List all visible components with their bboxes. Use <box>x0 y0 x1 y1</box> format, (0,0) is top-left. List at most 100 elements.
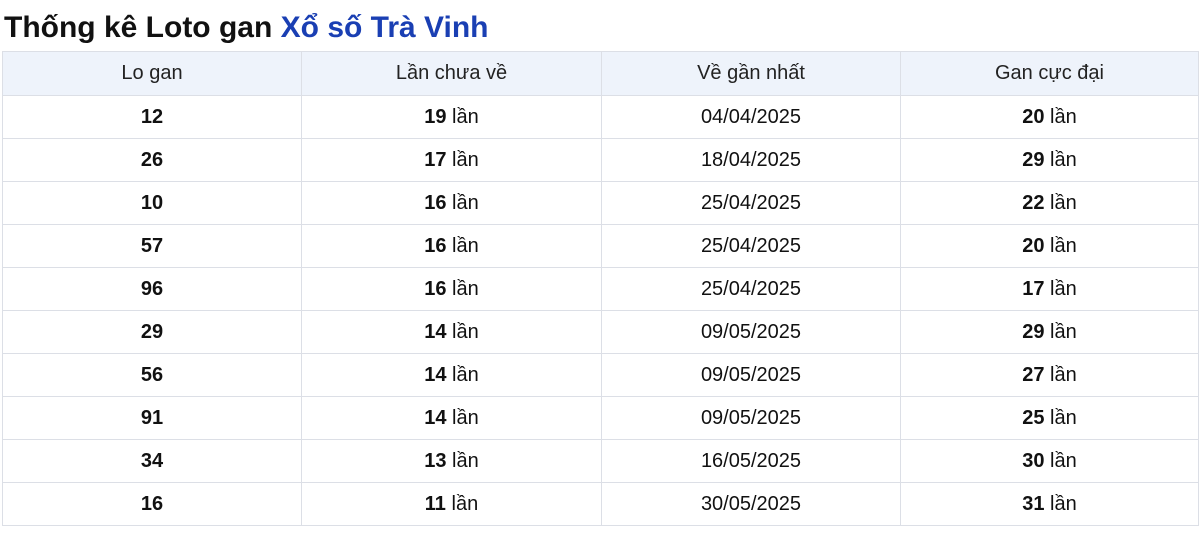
last-appeared-date: 25/04/2025 <box>601 224 901 268</box>
unit-label: lần <box>1050 492 1077 515</box>
page-title-prefix: Thống kê Loto gan <box>4 11 273 44</box>
max-gap-count: 31 <box>1022 492 1045 515</box>
unit-label: lần <box>452 363 479 386</box>
loto-gan-table: Lo gan Lần chưa về Về gần nhất Gan cực đ… <box>2 51 1199 526</box>
column-header-lo-gan: Lo gan <box>2 51 302 96</box>
missed-count: 19 <box>424 105 447 128</box>
page-title-lottery-name[interactable]: Xổ số Trà Vinh <box>281 11 489 44</box>
missed-count: 13 <box>424 449 447 472</box>
page: Thống kê Loto gan Xổ số Trà Vinh Lo gan … <box>0 0 1200 541</box>
missed-count: 16 <box>424 277 447 300</box>
lo-number: 56 <box>2 353 302 397</box>
lo-number: 96 <box>2 267 302 311</box>
table-row: 16 11 lần 30/05/2025 31 lần <box>2 482 1199 526</box>
max-gap-cell: 17 lần <box>900 267 1199 311</box>
unit-label: lần <box>1050 191 1077 214</box>
table-row: 96 16 lần 25/04/2025 17 lần <box>2 267 1199 311</box>
table-row: 12 19 lần 04/04/2025 20 lần <box>2 95 1199 139</box>
unit-label: lần <box>452 406 479 429</box>
lo-number: 16 <box>2 482 302 526</box>
unit-label: lần <box>452 105 479 128</box>
max-gap-count: 29 <box>1022 320 1045 343</box>
unit-label: lần <box>1050 363 1077 386</box>
lo-number: 26 <box>2 138 302 182</box>
unit-label: lần <box>451 492 479 515</box>
table-row: 56 14 lần 09/05/2025 27 lần <box>2 353 1199 397</box>
max-gap-cell: 29 lần <box>900 138 1199 182</box>
last-appeared-date: 25/04/2025 <box>601 181 901 225</box>
table-row: 10 16 lần 25/04/2025 22 lần <box>2 181 1199 225</box>
column-header-gan-cuc-dai: Gan cực đại <box>900 51 1199 96</box>
missed-count-cell: 13 lần <box>301 439 602 483</box>
table-header-row: Lo gan Lần chưa về Về gần nhất Gan cực đ… <box>2 51 1199 96</box>
max-gap-count: 29 <box>1022 148 1045 171</box>
max-gap-count: 22 <box>1022 191 1045 214</box>
max-gap-cell: 31 lần <box>900 482 1199 526</box>
max-gap-count: 30 <box>1022 449 1045 472</box>
max-gap-cell: 20 lần <box>900 95 1199 139</box>
max-gap-count: 20 <box>1022 234 1045 257</box>
last-appeared-date: 30/05/2025 <box>601 482 901 526</box>
unit-label: lần <box>1050 105 1077 128</box>
table-row: 26 17 lần 18/04/2025 29 lần <box>2 138 1199 182</box>
unit-label: lần <box>452 449 479 472</box>
max-gap-cell: 25 lần <box>900 396 1199 440</box>
max-gap-count: 20 <box>1022 105 1045 128</box>
unit-label: lần <box>452 234 479 257</box>
max-gap-count: 25 <box>1022 406 1045 429</box>
lo-number: 10 <box>2 181 302 225</box>
last-appeared-date: 18/04/2025 <box>601 138 901 182</box>
table-body: 12 19 lần 04/04/2025 20 lần 26 17 lần 18… <box>2 95 1199 526</box>
lo-number: 29 <box>2 310 302 354</box>
table-row: 34 13 lần 16/05/2025 30 lần <box>2 439 1199 483</box>
max-gap-cell: 27 lần <box>900 353 1199 397</box>
lo-number: 34 <box>2 439 302 483</box>
unit-label: lần <box>452 277 479 300</box>
table-row: 57 16 lần 25/04/2025 20 lần <box>2 224 1199 268</box>
missed-count: 16 <box>424 191 447 214</box>
missed-count: 17 <box>424 148 447 171</box>
missed-count: 14 <box>424 406 447 429</box>
lo-number: 91 <box>2 396 302 440</box>
table-row: 29 14 lần 09/05/2025 29 lần <box>2 310 1199 354</box>
column-header-ve-gan-nhat: Về gần nhất <box>601 51 901 96</box>
missed-count: 16 <box>424 234 447 257</box>
unit-label: lần <box>1050 449 1077 472</box>
max-gap-cell: 29 lần <box>900 310 1199 354</box>
last-appeared-date: 09/05/2025 <box>601 353 901 397</box>
table-row: 91 14 lần 09/05/2025 25 lần <box>2 396 1199 440</box>
max-gap-cell: 22 lần <box>900 181 1199 225</box>
lo-number: 12 <box>2 95 302 139</box>
unit-label: lần <box>1050 277 1077 300</box>
unit-label: lần <box>452 148 479 171</box>
unit-label: lần <box>1050 406 1077 429</box>
missed-count: 14 <box>424 320 447 343</box>
last-appeared-date: 09/05/2025 <box>601 396 901 440</box>
missed-count-cell: 16 lần <box>301 181 602 225</box>
max-gap-cell: 30 lần <box>900 439 1199 483</box>
missed-count: 14 <box>424 363 447 386</box>
last-appeared-date: 16/05/2025 <box>601 439 901 483</box>
missed-count-cell: 11 lần <box>301 482 602 526</box>
unit-label: lần <box>1050 234 1077 257</box>
lo-number: 57 <box>2 224 302 268</box>
max-gap-count: 17 <box>1022 277 1045 300</box>
unit-label: lần <box>452 191 479 214</box>
unit-label: lần <box>1050 320 1077 343</box>
page-title: Thống kê Loto gan Xổ số Trà Vinh <box>4 8 489 48</box>
missed-count-cell: 16 lần <box>301 224 602 268</box>
max-gap-count: 27 <box>1022 363 1045 386</box>
last-appeared-date: 25/04/2025 <box>601 267 901 311</box>
missed-count-cell: 14 lần <box>301 310 602 354</box>
column-header-lan-chua-ve: Lần chưa về <box>301 51 602 96</box>
missed-count: 11 <box>424 492 446 515</box>
unit-label: lần <box>452 320 479 343</box>
missed-count-cell: 16 lần <box>301 267 602 311</box>
max-gap-cell: 20 lần <box>900 224 1199 268</box>
unit-label: lần <box>1050 148 1077 171</box>
last-appeared-date: 09/05/2025 <box>601 310 901 354</box>
last-appeared-date: 04/04/2025 <box>601 95 901 139</box>
missed-count-cell: 14 lần <box>301 396 602 440</box>
missed-count-cell: 17 lần <box>301 138 602 182</box>
missed-count-cell: 19 lần <box>301 95 602 139</box>
